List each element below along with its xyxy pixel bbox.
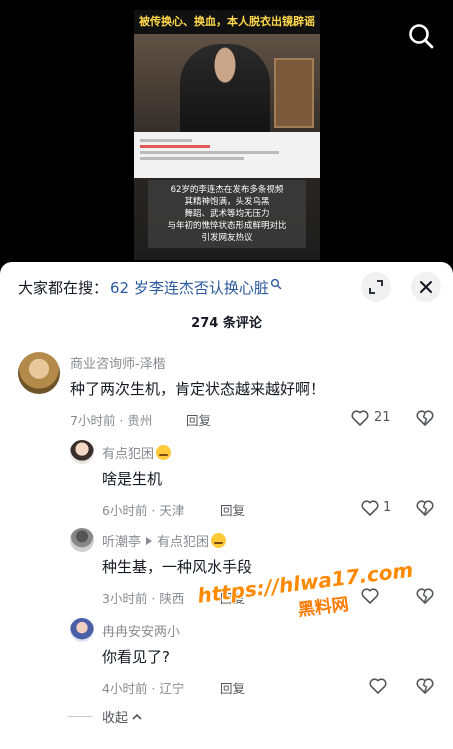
caption-line: 舞蹈、武术等均无压力	[184, 209, 270, 219]
small-search-icon	[270, 278, 282, 290]
close-button[interactable]	[411, 272, 441, 302]
reply-target: 有点犯困	[157, 535, 210, 550]
caption-line: 62岁的李连杰在发布多条视频	[170, 185, 284, 195]
collapse-replies-button[interactable]: 收起	[68, 707, 143, 726]
sleepy-emoji-icon	[156, 445, 172, 460]
divider	[68, 716, 92, 717]
broken-heart-icon[interactable]	[415, 586, 435, 606]
reply-button[interactable]: 回复	[220, 678, 245, 697]
comment-author[interactable]: 冉冉安安两小	[102, 621, 180, 640]
reply-item: 听潮亭 有点犯困 种生基，一种风水手段 3小时前 · 陕西 回复	[0, 526, 453, 616]
video-frame[interactable]: 被传换心、换血，本人脱衣出镜辟谣 62岁的李连杰在发布多条视频 其精神饱满，头发…	[134, 10, 320, 260]
reply-button[interactable]: 回复	[220, 500, 245, 519]
heart-icon[interactable]	[360, 586, 380, 606]
chevron-up-icon	[132, 713, 142, 720]
comment-time-location: 3小时前 · 陕西	[102, 591, 185, 606]
video-headline: 被传换心、换血，本人脱衣出镜辟谣	[134, 10, 320, 34]
like-count: 1	[383, 500, 392, 515]
reply-item: 冉冉安安两小 你看见了? 4小时前 · 辽宁 回复	[0, 616, 453, 706]
caption-line: 与年初的憔悴状态形成鲜明对比	[167, 221, 287, 231]
close-icon	[420, 281, 432, 293]
comment-author[interactable]: 商业咨询师-泽楷	[70, 353, 166, 372]
comment-author-label: 有点犯困	[102, 447, 155, 462]
comment-sheet: 大家都在搜： 62 岁李连杰否认换心脏 274 条评论 商业咨询师-泽楷 种了两…	[0, 262, 453, 749]
comment-item: 商业咨询师-泽楷 种了两次生机，肯定状态越来越好啊！ 7小时前 · 贵州 回复 …	[0, 350, 453, 440]
sheet-header: 大家都在搜： 62 岁李连杰否认换心脏	[0, 262, 453, 312]
reply-arrow-icon	[146, 537, 153, 545]
heart-icon[interactable]	[350, 408, 370, 428]
search-button[interactable]	[407, 22, 435, 50]
expand-button[interactable]	[361, 272, 391, 302]
comment-count: 274 条评论	[191, 316, 262, 331]
video-person-image	[180, 44, 270, 140]
broken-heart-icon[interactable]	[415, 498, 435, 518]
comment-time-location: 7小时前 · 贵州	[70, 413, 153, 428]
comment-text: 你看见了?	[102, 648, 170, 666]
like-count: 21	[374, 410, 391, 425]
video-player[interactable]: 被传换心、换血，本人脱衣出镜辟谣 62岁的李连杰在发布多条视频 其精神饱满，头发…	[0, 0, 453, 262]
video-caption: 62岁的李连杰在发布多条视频 其精神饱满，头发乌黑 舞蹈、武术等均无压力 与年初…	[148, 180, 306, 248]
search-suggestion-link[interactable]: 62 岁李连杰否认换心脏	[110, 277, 269, 298]
comment-time-location: 6小时前 · 天津	[102, 503, 185, 518]
collapse-label: 收起	[102, 711, 129, 726]
comment-text: 种了两次生机，肯定状态越来越好啊！	[70, 380, 326, 398]
reply-item: 有点犯困 啥是生机 6小时前 · 天津 回复 1	[0, 438, 453, 528]
comment-text: 种生基，一种风水手段	[102, 558, 253, 576]
avatar[interactable]	[70, 440, 94, 464]
comment-author[interactable]: 听潮亭 有点犯困	[102, 531, 227, 550]
video-embedded-post	[134, 132, 320, 178]
comment-author-label: 听潮亭	[102, 535, 142, 550]
heart-icon[interactable]	[360, 498, 380, 518]
video-background-shelf	[274, 58, 314, 128]
search-icon	[409, 24, 434, 49]
comment-text: 啥是生机	[102, 470, 163, 488]
broken-heart-icon[interactable]	[415, 408, 435, 428]
reply-button[interactable]: 回复	[186, 410, 211, 429]
sleepy-emoji-icon	[211, 533, 227, 548]
comment-time-location: 4小时前 · 辽宁	[102, 681, 185, 696]
caption-line: 引发网友热议	[201, 233, 253, 243]
expand-icon	[369, 280, 383, 294]
heart-icon[interactable]	[368, 676, 388, 696]
avatar[interactable]	[70, 528, 94, 552]
search-suggestion-prefix: 大家都在搜：	[18, 278, 109, 297]
reply-button[interactable]: 回复	[220, 588, 245, 607]
avatar[interactable]	[18, 352, 60, 394]
caption-line: 其精神饱满，头发乌黑	[184, 197, 270, 207]
comment-author[interactable]: 有点犯困	[102, 443, 172, 462]
avatar[interactable]	[70, 618, 94, 642]
broken-heart-icon[interactable]	[415, 676, 435, 696]
